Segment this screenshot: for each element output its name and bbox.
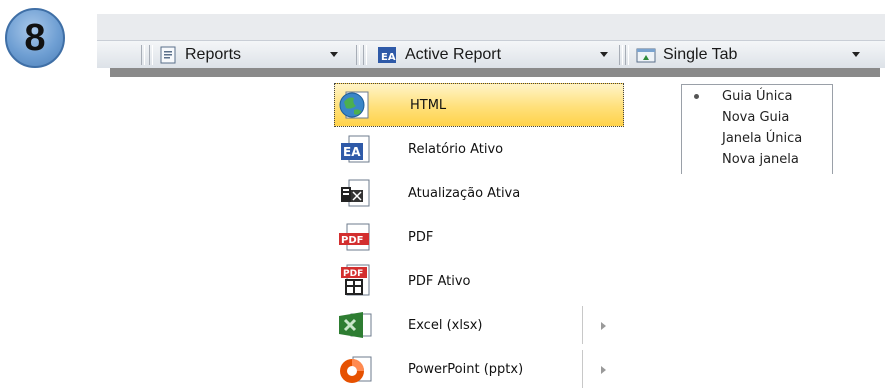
toolbar-top-strip (97, 14, 885, 40)
toolbar-separator (149, 45, 153, 65)
toolbar-separator (625, 45, 629, 65)
target-item-guia-unica[interactable]: Guia Única (722, 89, 793, 104)
report-icon (160, 46, 176, 63)
menu-item-label: PDF Ativo (408, 273, 471, 289)
reports-caret-icon[interactable] (330, 52, 338, 57)
menu-item-active-pdf[interactable]: PDF PDF Ativo (334, 259, 624, 303)
target-item-nova-guia[interactable]: Nova Guia (722, 110, 789, 125)
single-tab-icon (636, 48, 656, 62)
menu-item-label: Relatório Ativo (408, 141, 504, 157)
submenu-separator (582, 350, 583, 388)
excel-icon (336, 307, 376, 343)
submenu-arrow-icon[interactable] (601, 322, 606, 330)
single-tab-label: Single Tab (663, 45, 738, 63)
step-number: 8 (24, 17, 46, 59)
submenu-arrow-icon[interactable] (601, 366, 606, 374)
svg-text:PDF: PDF (343, 269, 363, 279)
output-format-menu: HTML EA Relatório Ativo Atualização Ativ… (334, 83, 634, 388)
svg-text:PDF: PDF (341, 235, 363, 246)
svg-text:EA: EA (343, 145, 361, 159)
submenu-separator (582, 306, 583, 344)
active-update-icon (336, 175, 376, 211)
output-target-dropdown[interactable]: Single Tab (635, 43, 737, 66)
toolbar-shadow (110, 68, 880, 77)
menu-item-powerpoint[interactable]: PowerPoint (pptx) (334, 347, 624, 391)
menu-item-label: PDF (408, 229, 434, 245)
output-format-caret-icon[interactable] (600, 52, 608, 57)
selected-bullet-icon (694, 94, 699, 99)
target-item-janela-unica[interactable]: Janela Única (722, 131, 802, 146)
toolbar-separator (141, 45, 145, 65)
toolbar-separator (363, 45, 367, 65)
menu-item-active-report[interactable]: EA Relatório Ativo (334, 127, 624, 171)
powerpoint-icon (336, 351, 376, 387)
target-menu-top-border (681, 84, 833, 85)
toolbar-separator (356, 45, 360, 65)
output-format-dropdown[interactable]: EA Active Report (377, 43, 501, 66)
active-pdf-icon: PDF (336, 263, 376, 299)
toolbar-separator (619, 45, 623, 65)
toolbar: Reports EA Active Report Single Tab (97, 40, 885, 68)
step-number-badge: 8 (5, 8, 65, 68)
menu-item-html[interactable]: HTML (334, 83, 624, 127)
menu-item-label: PowerPoint (pptx) (408, 361, 524, 377)
pdf-icon: PDF (336, 219, 376, 255)
menu-item-label: Atualização Ativa (408, 185, 521, 201)
svg-text:EA: EA (381, 52, 396, 63)
globe-icon (337, 87, 377, 123)
menu-item-label: Excel (xlsx) (408, 317, 483, 333)
active-report-icon: EA (336, 131, 376, 167)
output-target-caret-icon[interactable] (852, 52, 860, 57)
menu-item-active-update[interactable]: Atualização Ativa (334, 171, 624, 215)
output-target-menu: Guia Única Nova Guia Janela Única Nova j… (681, 84, 833, 174)
menu-item-pdf[interactable]: PDF PDF (334, 215, 624, 259)
menu-item-excel[interactable]: Excel (xlsx) (334, 303, 624, 347)
target-item-nova-janela[interactable]: Nova janela (722, 152, 799, 167)
menu-item-label: HTML (410, 97, 447, 113)
active-report-label: Active Report (405, 45, 502, 63)
active-report-icon: EA (378, 46, 396, 63)
reports-dropdown[interactable]: Reports (159, 43, 241, 66)
reports-label: Reports (185, 45, 242, 63)
